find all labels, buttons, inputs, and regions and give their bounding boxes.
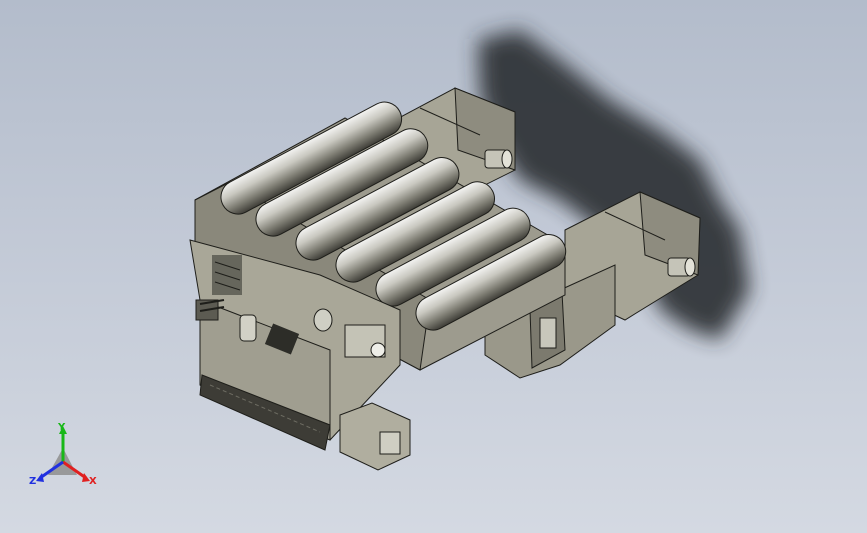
triad-x-label: X <box>89 476 97 487</box>
capacitor <box>313 308 333 332</box>
pin-header-left <box>212 255 242 295</box>
cad-viewport[interactable]: X Y Z <box>0 0 867 533</box>
usb-connector <box>339 402 411 471</box>
model-render <box>36 30 750 482</box>
triad-z-label: Z <box>29 476 37 487</box>
axis-triad-icon <box>36 426 90 482</box>
crystal-oscillator <box>239 314 257 342</box>
triad-y-label: Y <box>58 422 66 433</box>
